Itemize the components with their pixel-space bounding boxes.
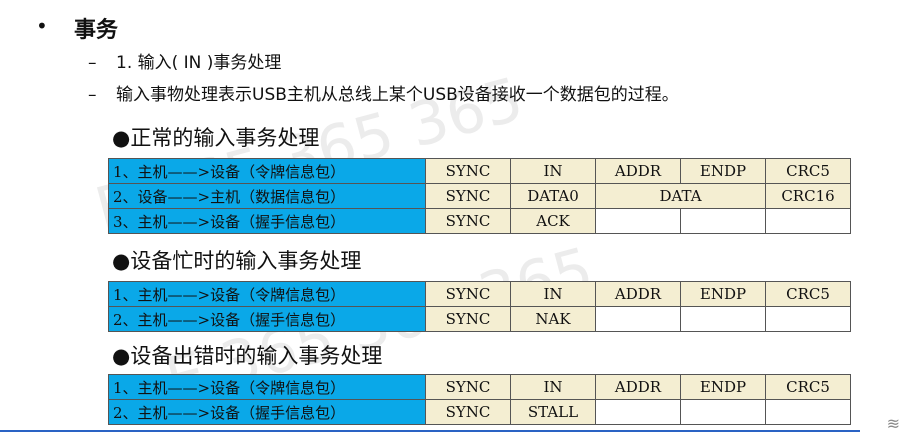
row-label: 2、主机——>设备（握手信息包）: [108, 399, 426, 425]
table-row: 2、设备——>主机（数据信息包） SYNC DATA0 DATA CRC16: [108, 183, 851, 209]
empty-cell: [595, 208, 681, 234]
packet-field: ENDP: [680, 281, 766, 307]
packet-field: CRC5: [765, 158, 851, 184]
packet-field: SYNC: [425, 208, 511, 234]
row-label: 2、主机——>设备（握手信息包）: [108, 306, 426, 332]
packet-field: STALL: [510, 399, 596, 425]
table-row: 3、主机——>设备（握手信息包） SYNC ACK: [108, 208, 851, 234]
dash-marker: –: [88, 85, 97, 105]
packet-field: ENDP: [680, 158, 766, 184]
packet-field: ENDP: [680, 374, 766, 400]
row-label: 3、主机——>设备（握手信息包）: [108, 208, 426, 234]
table-row: 1、主机——>设备（令牌信息包） SYNC IN ADDR ENDP CRC5: [108, 281, 851, 307]
packet-field: CRC16: [765, 183, 851, 209]
packet-field: SYNC: [425, 399, 511, 425]
packet-field: ADDR: [595, 374, 681, 400]
packet-table: 1、主机——>设备（令牌信息包） SYNC IN ADDR ENDP CRC5 …: [108, 158, 851, 234]
section-title: ●设备出错时的输入事务处理: [112, 344, 383, 368]
packet-field: SYNC: [425, 183, 511, 209]
packet-field: CRC5: [765, 281, 851, 307]
sub-item-text: 1. 输入( IN )事务处理: [116, 53, 282, 73]
empty-cell: [680, 399, 766, 425]
table-row: 1、主机——>设备（令牌信息包） SYNC IN ADDR ENDP CRC5: [108, 374, 851, 400]
empty-cell: [765, 399, 851, 425]
footer-rule: [0, 430, 860, 432]
packet-field: NAK: [510, 306, 596, 332]
row-label: 1、主机——>设备（令牌信息包）: [108, 158, 426, 184]
empty-cell: [595, 399, 681, 425]
section-title: ●正常的输入事务处理: [112, 126, 320, 150]
empty-cell: [765, 208, 851, 234]
dash-marker: –: [88, 53, 97, 73]
packet-table: 1、主机——>设备（令牌信息包） SYNC IN ADDR ENDP CRC5 …: [108, 281, 851, 332]
row-label: 2、设备——>主机（数据信息包）: [108, 183, 426, 209]
packet-field: IN: [510, 158, 596, 184]
empty-cell: [595, 306, 681, 332]
slide-heading: 事务: [74, 18, 119, 43]
bullet-marker: •: [36, 14, 48, 38]
packet-field: CRC5: [765, 374, 851, 400]
packet-field: SYNC: [425, 306, 511, 332]
sub-item-text: 输入事物处理表示USB主机从总线上某个USB设备接收一个数据包的过程。: [116, 85, 679, 105]
packet-field: SYNC: [425, 281, 511, 307]
packet-field: DATA0: [510, 183, 596, 209]
section-title: ●设备忙时的输入事务处理: [112, 249, 362, 273]
sub-item: – 输入事物处理表示USB主机从总线上某个USB设备接收一个数据包的过程。: [88, 80, 679, 105]
table-row: 2、主机——>设备（握手信息包） SYNC STALL: [108, 399, 851, 425]
packet-field: IN: [510, 281, 596, 307]
table-row: 2、主机——>设备（握手信息包） SYNC NAK: [108, 306, 851, 332]
row-label: 1、主机——>设备（令牌信息包）: [108, 374, 426, 400]
packet-field: DATA: [595, 183, 766, 209]
empty-cell: [765, 306, 851, 332]
empty-cell: [680, 208, 766, 234]
packet-field: IN: [510, 374, 596, 400]
packet-field: ADDR: [595, 281, 681, 307]
empty-cell: [680, 306, 766, 332]
row-label: 1、主机——>设备（令牌信息包）: [108, 281, 426, 307]
packet-field: ACK: [510, 208, 596, 234]
footer-logo-icon: ≋: [886, 414, 900, 433]
packet-field: ADDR: [595, 158, 681, 184]
sub-item: –1. 输入( IN )事务处理: [88, 48, 281, 73]
table-row: 1、主机——>设备（令牌信息包） SYNC IN ADDR ENDP CRC5: [108, 158, 851, 184]
packet-field: SYNC: [425, 158, 511, 184]
packet-field: SYNC: [425, 374, 511, 400]
packet-table: 1、主机——>设备（令牌信息包） SYNC IN ADDR ENDP CRC5 …: [108, 374, 851, 425]
